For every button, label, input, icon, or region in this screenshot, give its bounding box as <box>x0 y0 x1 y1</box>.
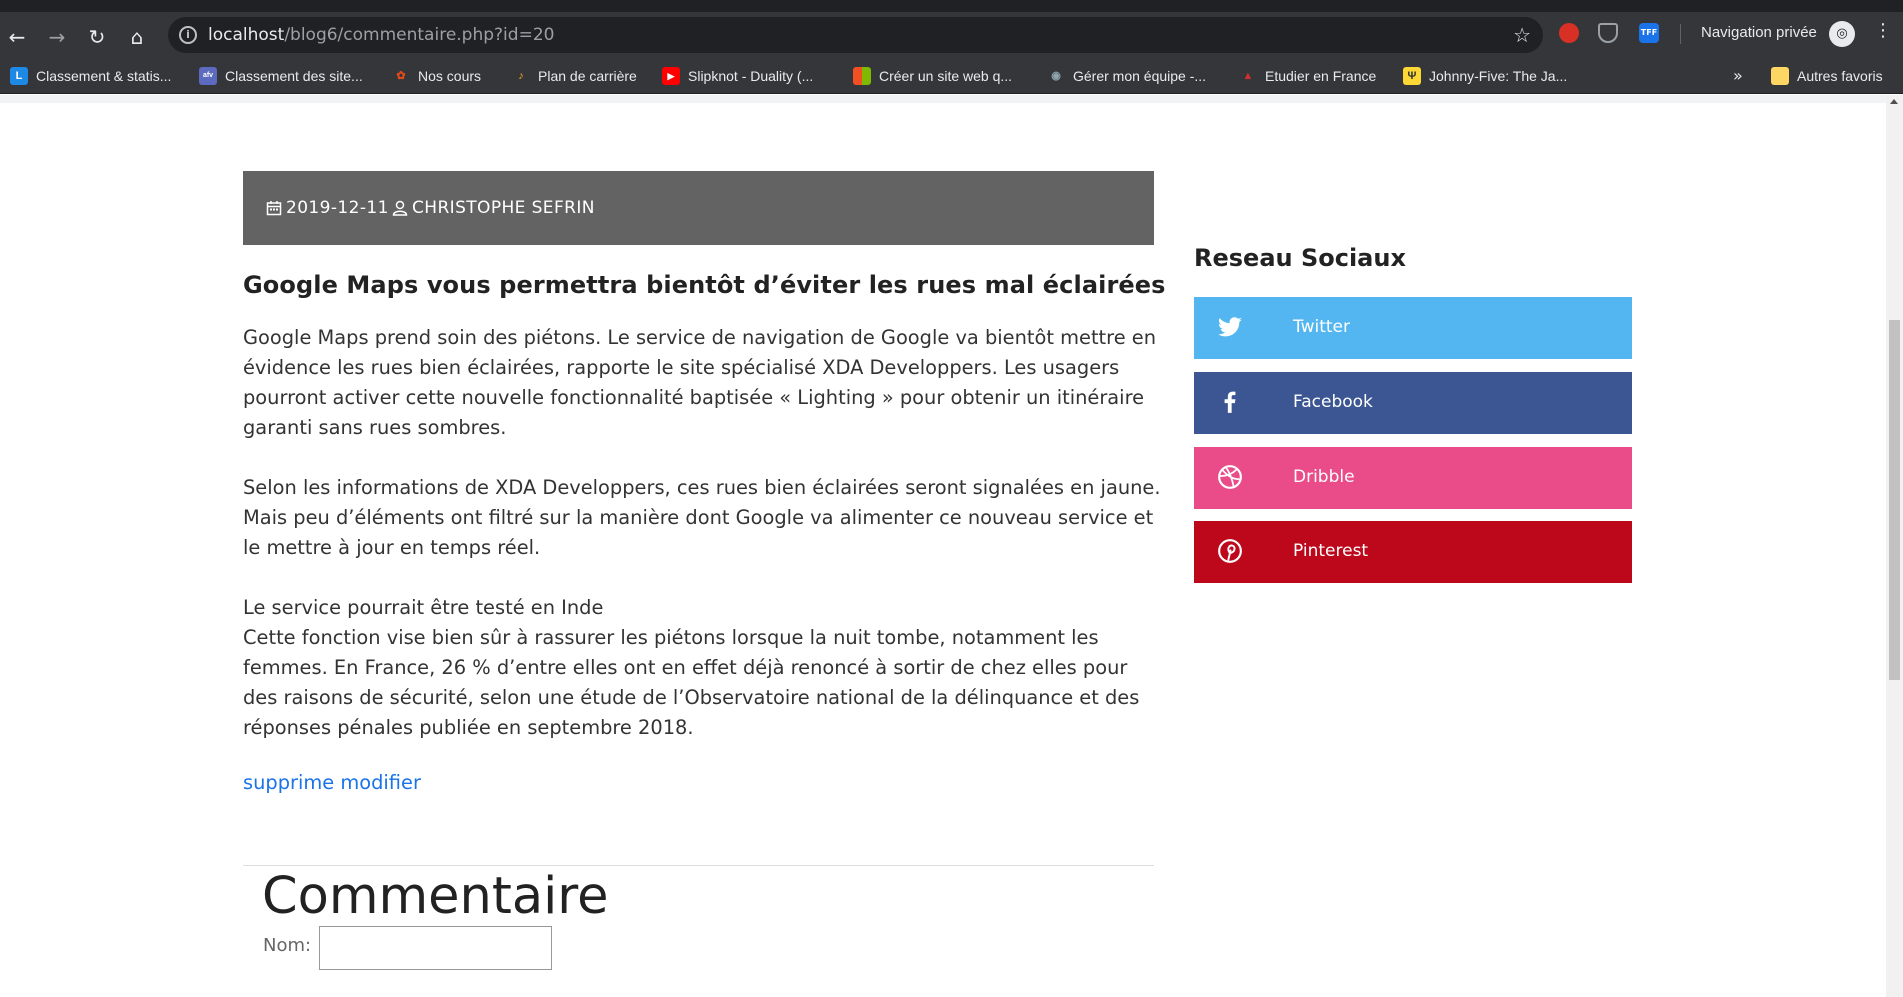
scroll-up-arrow-icon[interactable] <box>1890 99 1898 104</box>
post-meta-bar: 2019-12-11 CHRISTOPHE SEFRIN <box>243 171 1154 245</box>
site-info-icon[interactable]: i <box>179 26 197 44</box>
name-label: Nom: <box>263 935 312 956</box>
bookmark-favicon: ▲ <box>1242 70 1254 82</box>
url-path: /blog6/commentaire.php?id=20 <box>284 25 555 45</box>
adblock-extension-icon[interactable] <box>1559 23 1579 43</box>
more-bookmarks-button[interactable]: » <box>1733 66 1743 85</box>
address-bar[interactable]: i localhost/blog6/commentaire.php?id=20 … <box>168 17 1543 53</box>
bookmark-label: Johnny-Five: The Ja... <box>1429 68 1568 84</box>
dribbble-label: Dribble <box>1293 467 1355 487</box>
post-author-text: CHRISTOPHE SEFRIN <box>412 198 595 218</box>
name-input[interactable] <box>319 926 552 970</box>
bookmark-item[interactable]: Créer un site web q... <box>853 66 1012 86</box>
shield-extension-icon[interactable] <box>1598 23 1618 43</box>
bookmark-favicon <box>853 67 871 85</box>
bookmark-label: Classement des site... <box>225 68 363 84</box>
incognito-icon[interactable]: ◎ <box>1829 21 1855 47</box>
bookmark-favicon: ✿ <box>396 70 406 82</box>
bookmark-item[interactable]: ▶ Slipknot - Duality (... <box>662 66 813 86</box>
post-paragraph: Cette fonction vise bien sûr à rassurer … <box>243 626 1140 739</box>
reload-icon[interactable]: ↻ <box>84 24 110 50</box>
dribbble-icon <box>1218 465 1242 489</box>
facebook-button[interactable]: Facebook <box>1194 372 1632 434</box>
bookmark-item[interactable]: ◉ Gérer mon équipe -... <box>1047 66 1206 86</box>
tab-strip <box>0 0 1903 12</box>
post-paragraph: Selon les informations de XDA Developper… <box>243 476 1161 559</box>
facebook-icon <box>1224 391 1236 413</box>
bookmark-label: Slipknot - Duality (... <box>688 68 814 84</box>
bookmark-item[interactable]: ▲ Etudier en France <box>1239 66 1377 86</box>
edit-link[interactable]: modifier <box>340 771 421 794</box>
bookmarks-bar: L Classement & statis... afv Classement de… <box>0 56 1903 94</box>
user-icon <box>392 200 408 216</box>
comment-heading: Commentaire <box>262 867 609 926</box>
bookmark-item[interactable]: afv Classement des site... <box>199 66 363 86</box>
back-icon[interactable]: ← <box>4 24 30 50</box>
bookmark-favicon: afv <box>199 67 217 85</box>
bookmark-label: Classement & statis... <box>36 68 172 84</box>
bookmark-star-icon[interactable]: ☆ <box>1513 23 1531 47</box>
post-date: 2019-12-11 <box>266 198 389 218</box>
menu-kebab-icon[interactable]: ⋮ <box>1874 20 1892 41</box>
dribbble-button[interactable]: Dribble <box>1194 447 1632 509</box>
bookmark-label: Etudier en France <box>1265 68 1377 84</box>
twitter-label: Twitter <box>1293 317 1350 337</box>
delete-link[interactable]: supprime <box>243 771 334 794</box>
bookmark-label: Créer un site web q... <box>879 68 1013 84</box>
other-bookmarks-folder[interactable]: Autres favoris <box>1771 66 1883 86</box>
bookmark-item[interactable]: ✿ Nos cours <box>392 66 481 86</box>
sidebar-title: Reseau Sociaux <box>1194 244 1406 272</box>
bookmark-label: Plan de carrière <box>538 68 637 84</box>
post-date-text: 2019-12-11 <box>286 198 389 218</box>
bookmark-favicon: Ψ <box>1403 67 1421 85</box>
bookmark-favicon: L <box>10 67 28 85</box>
home-icon[interactable]: ⌂ <box>124 24 150 50</box>
post-title: Google Maps vous permettra bientôt d’évi… <box>243 271 1166 299</box>
bookmark-item[interactable]: Ψ Johnny-Five: The Ja... <box>1403 66 1567 86</box>
twitter-button[interactable]: Twitter <box>1194 297 1632 359</box>
tff-extension-icon[interactable]: TFF <box>1639 23 1659 43</box>
post-paragraph: Google Maps prend soin des piétons. Le s… <box>243 326 1157 439</box>
bookmark-item[interactable]: ♪ Plan de carrière <box>512 66 637 86</box>
toolbar-divider <box>1680 24 1681 44</box>
incognito-label: Navigation privée <box>1701 24 1817 41</box>
bookmark-favicon: ▶ <box>662 67 680 85</box>
folder-icon <box>1771 67 1789 85</box>
post-actions: supprime modifier <box>243 771 421 794</box>
pinterest-icon <box>1218 539 1242 563</box>
calendar-icon <box>266 201 282 216</box>
pinterest-label: Pinterest <box>1293 541 1369 561</box>
scroll-thumb[interactable] <box>1889 320 1900 680</box>
bookmark-label: Nos cours <box>418 68 482 84</box>
facebook-label: Facebook <box>1293 392 1373 412</box>
bookmark-label: Gérer mon équipe -... <box>1073 68 1207 84</box>
bookmark-label: Autres favoris <box>1797 68 1883 84</box>
bookmark-favicon: ◉ <box>1051 70 1061 82</box>
post-subheading: Le service pourrait être testé en Inde <box>243 596 604 619</box>
url-text[interactable]: localhost/blog6/commentaire.php?id=20 <box>208 25 554 45</box>
twitter-icon <box>1217 317 1242 337</box>
bookmark-item[interactable]: L Classement & statis... <box>10 66 171 86</box>
vertical-scrollbar[interactable] <box>1886 95 1903 997</box>
bookmark-favicon: ♪ <box>518 70 524 82</box>
forward-icon[interactable]: → <box>44 24 70 50</box>
pinterest-button[interactable]: Pinterest <box>1194 521 1632 583</box>
post-author: CHRISTOPHE SEFRIN <box>392 198 595 218</box>
url-host: localhost <box>208 25 285 45</box>
post-body: Google Maps prend soin des piétons. Le s… <box>243 323 1163 743</box>
